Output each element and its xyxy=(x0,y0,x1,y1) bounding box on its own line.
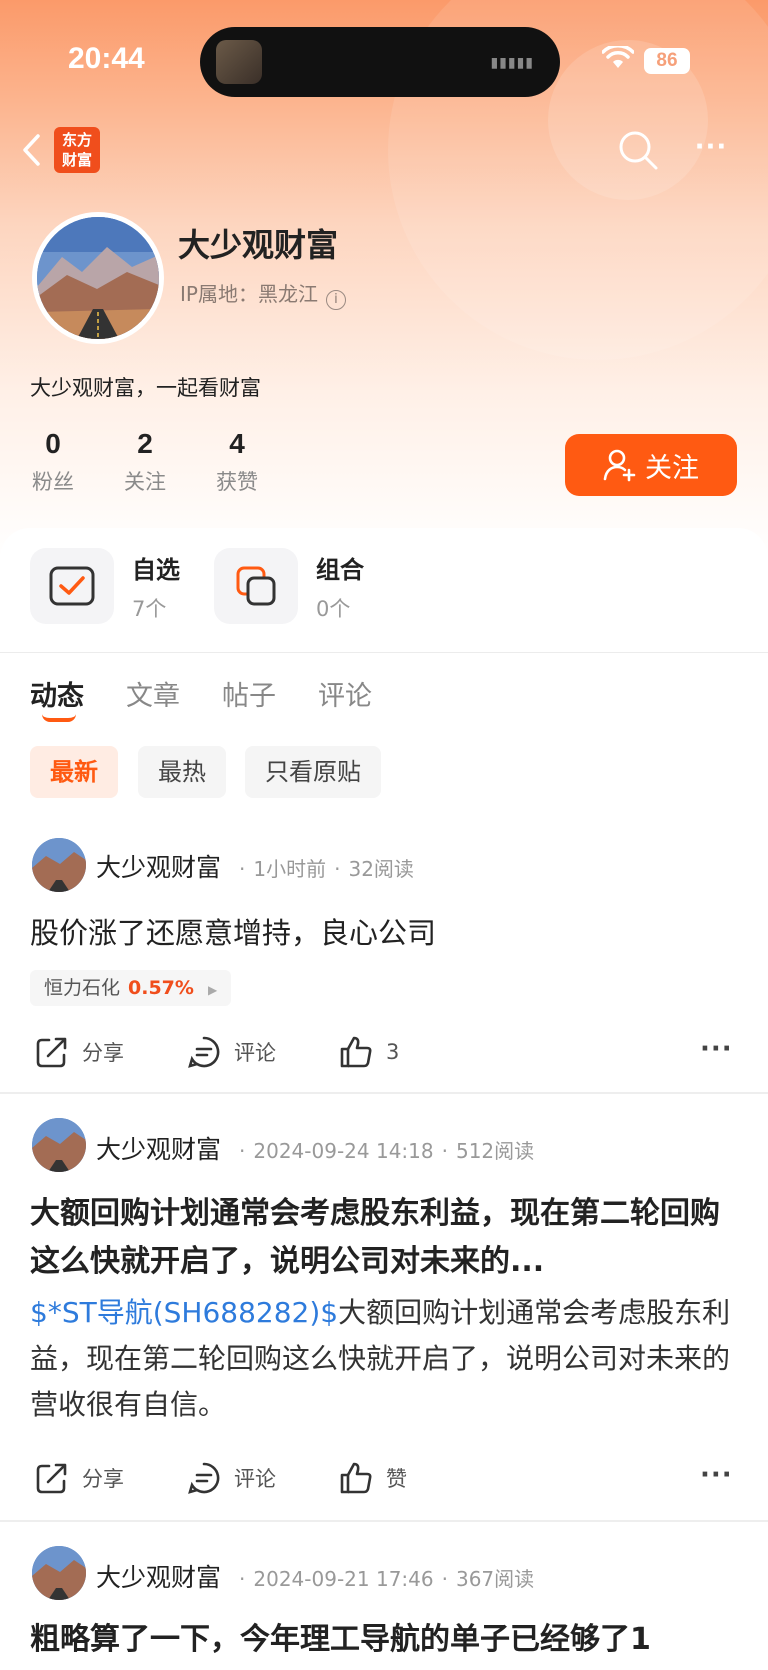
post-time: 2024-09-24 14:18 xyxy=(253,1139,434,1163)
post-time: 2024-09-21 17:46 xyxy=(253,1567,434,1591)
post-title[interactable]: 大额回购计划通常会考虑股东利益，现在第二轮回购这么快就开启了，说明公司对未来的.… xyxy=(30,1190,730,1286)
post-meta: 大少观财富 · 2024-09-21 17:46 · 367阅读 xyxy=(96,1563,535,1592)
back-icon[interactable] xyxy=(16,128,46,172)
now-playing-thumbnail xyxy=(216,40,262,84)
post-avatar[interactable] xyxy=(32,838,86,892)
post-separator xyxy=(0,1520,768,1522)
wifi-icon xyxy=(602,46,634,68)
post-meta: 大少观财富 · 2024-09-24 14:18 · 512阅读 xyxy=(96,1135,535,1164)
profile-avatar[interactable] xyxy=(32,212,164,344)
caret-right-icon: ▶ xyxy=(207,983,218,997)
checkbox-icon xyxy=(49,566,95,606)
post-content[interactable]: 股价涨了还愿意增持，良心公司 xyxy=(30,910,436,956)
post-more-icon[interactable]: ··· xyxy=(700,1460,733,1490)
share-icon xyxy=(36,1037,67,1068)
post-reads: 512阅读 xyxy=(455,1139,535,1163)
post-time: 1小时前 xyxy=(253,857,327,881)
post-avatar[interactable] xyxy=(32,1546,86,1600)
audio-wave-icon: ▮▮▮▮▮ xyxy=(490,55,534,71)
more-options-icon[interactable]: ··· xyxy=(686,128,736,172)
follow-button[interactable]: 关注 xyxy=(565,434,737,496)
post-more-icon[interactable]: ··· xyxy=(700,1034,733,1064)
info-icon[interactable]: i xyxy=(325,290,346,310)
post-author: 大少观财富 xyxy=(96,853,222,882)
stat-likes[interactable]: 4 获赞 xyxy=(202,428,272,496)
filter-latest[interactable]: 最新 xyxy=(30,746,118,798)
comment-icon xyxy=(188,1036,220,1068)
portfolio-icon xyxy=(236,566,276,606)
stock-link[interactable]: $*ST导航(SH688282)$ xyxy=(30,1296,338,1329)
divider xyxy=(0,652,768,653)
comment-icon xyxy=(188,1462,220,1494)
shortcut-watchlist[interactable]: 自选 7个 xyxy=(30,548,180,624)
post-title[interactable]: 粗略算了一下，今年理工导航的单子已经够了1 xyxy=(30,1616,768,1670)
filter-hottest[interactable]: 最热 xyxy=(138,746,226,798)
add-user-icon xyxy=(603,449,636,482)
comment-button[interactable]: 评论 xyxy=(186,1460,276,1496)
stock-tag[interactable]: 恒力石化 0.57% ▶ xyxy=(30,970,232,1006)
post-meta: 大少观财富 · 1小时前 · 32阅读 xyxy=(96,853,414,882)
tab-activity[interactable]: 动态 xyxy=(30,674,84,713)
app-logo: 东方 财富 xyxy=(54,127,100,173)
profile-name: 大少观财富 xyxy=(178,226,339,264)
share-button[interactable]: 分享 xyxy=(34,1460,124,1496)
status-time: 20:44 xyxy=(68,42,145,75)
share-icon xyxy=(36,1463,67,1494)
post-reads: 367阅读 xyxy=(455,1567,535,1591)
post-body[interactable]: $*ST导航(SH688282)$大额回购计划通常会考虑股东利益，现在第二轮回购… xyxy=(30,1290,740,1428)
profile-bio: 大少观财富，一起看财富 xyxy=(30,376,261,400)
thumbs-up-icon xyxy=(340,1462,372,1494)
share-button[interactable]: 分享 xyxy=(34,1034,124,1070)
content-card xyxy=(0,528,768,1670)
ip-location: IP属地：黑龙江 i xyxy=(180,278,346,310)
post-avatar[interactable] xyxy=(32,1118,86,1172)
stat-fans[interactable]: 0 粉丝 xyxy=(18,428,88,496)
tab-posts[interactable]: 帖子 xyxy=(222,674,276,713)
filter-original-only[interactable]: 只看原贴 xyxy=(245,746,381,798)
tab-comments[interactable]: 评论 xyxy=(318,674,372,713)
post-separator xyxy=(0,1092,768,1094)
stat-following[interactable]: 2 关注 xyxy=(110,428,180,496)
like-button[interactable]: 赞 xyxy=(338,1460,407,1496)
dynamic-island: ▮▮▮▮▮ xyxy=(200,27,560,97)
thumbs-up-icon xyxy=(340,1036,372,1068)
battery-indicator: 86 xyxy=(644,48,690,74)
shortcut-portfolio[interactable]: 组合 0个 xyxy=(214,548,364,624)
comment-button[interactable]: 评论 xyxy=(186,1034,276,1070)
tab-active-indicator xyxy=(42,714,76,722)
post-author: 大少观财富 xyxy=(96,1135,222,1164)
search-icon[interactable] xyxy=(616,128,660,172)
post-author: 大少观财富 xyxy=(96,1563,222,1592)
tab-articles[interactable]: 文章 xyxy=(126,674,180,713)
post-reads: 32阅读 xyxy=(348,857,414,881)
like-button[interactable]: 3 xyxy=(338,1034,399,1070)
